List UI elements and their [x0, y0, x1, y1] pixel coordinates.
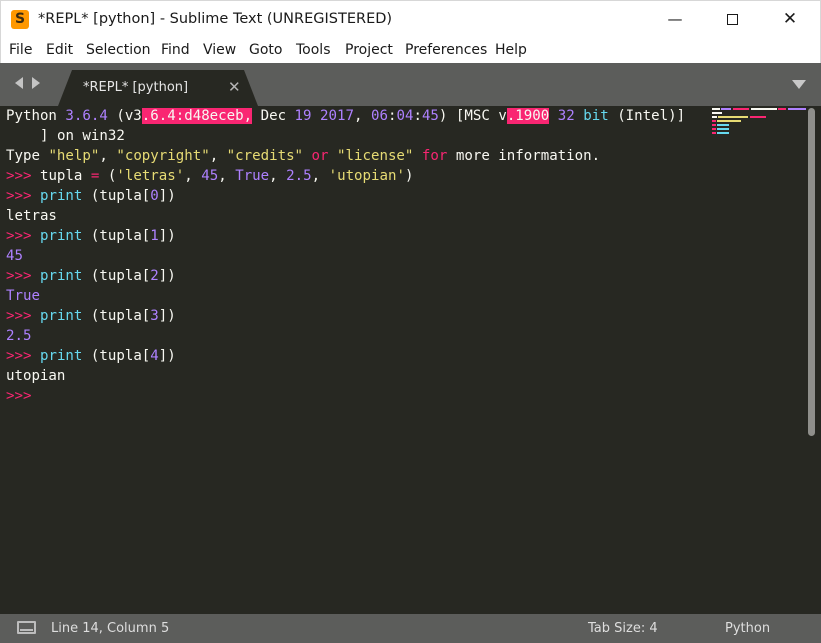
menu-bar: File Edit Selection Find View Goto Tools… [0, 38, 821, 63]
repl-line: >>> [6, 388, 32, 404]
minimap[interactable] [712, 106, 808, 138]
status-bar: Line 14, Column 5 Tab Size: 4 Python [0, 614, 821, 643]
repl-line: >>> print (tupla[3]) [6, 308, 176, 324]
vertical-scrollbar[interactable] [808, 108, 815, 436]
tab-label: *REPL* [python] [83, 80, 189, 95]
menu-preferences[interactable]: Preferences [405, 42, 487, 58]
tab-size-selector[interactable]: Tab Size: 4 [588, 621, 658, 636]
repl-line: Type "help", "copyright", "credits" or "… [6, 148, 601, 164]
repl-output: Python 3.6.4 (v3.6.4:d48eceb, Dec 19 201… [6, 106, 685, 406]
minimize-button[interactable]: — [646, 1, 704, 39]
repl-line: >>> print (tupla[4]) [6, 348, 176, 364]
repl-line: utopian [6, 368, 66, 384]
minimize-icon: — [667, 10, 683, 28]
tab-bar: *REPL* [python] ✕ [0, 63, 821, 106]
menu-edit[interactable]: Edit [46, 42, 73, 58]
close-window-button[interactable]: ✕ [761, 1, 819, 39]
syntax-selector[interactable]: Python [725, 621, 770, 636]
repl-line: ] on win32 [40, 128, 125, 144]
repl-line: letras [6, 208, 57, 224]
window-title: *REPL* [python] - Sublime Text (UNREGIST… [38, 11, 393, 27]
tab-close-icon[interactable]: ✕ [228, 78, 241, 96]
menu-file[interactable]: File [9, 42, 32, 58]
cursor-position: Line 14, Column 5 [51, 621, 170, 636]
editor-area[interactable]: Python 3.6.4 (v3.6.4:d48eceb, Dec 19 201… [0, 106, 821, 614]
repl-line: >>> tupla = ('letras', 45, True, 2.5, 'u… [6, 168, 414, 184]
next-tab-arrow-icon[interactable] [32, 77, 40, 89]
title-bar: S *REPL* [python] - Sublime Text (UNREGI… [0, 0, 821, 38]
previous-tab-arrow-icon[interactable] [15, 77, 23, 89]
menu-goto[interactable]: Goto [249, 42, 282, 58]
menu-selection[interactable]: Selection [86, 42, 151, 58]
repl-line: True [6, 288, 40, 304]
close-icon: ✕ [782, 9, 798, 29]
show-panel-icon[interactable] [17, 621, 36, 634]
repl-line: >>> print (tupla[0]) [6, 188, 176, 204]
menu-help[interactable]: Help [495, 42, 527, 58]
sublime-text-logo-icon: S [11, 10, 29, 29]
menu-view[interactable]: View [203, 42, 236, 58]
maximize-button[interactable] [703, 1, 761, 39]
repl-line: Python 3.6.4 (v3.6.4:d48eceb, Dec 19 201… [6, 108, 686, 124]
menu-find[interactable]: Find [161, 42, 190, 58]
maximize-icon [726, 14, 738, 25]
repl-line: >>> print (tupla[2]) [6, 268, 176, 284]
menu-tools[interactable]: Tools [296, 42, 331, 58]
menu-project[interactable]: Project [345, 42, 393, 58]
repl-line: 45 [6, 248, 23, 264]
tab-list-dropdown-icon[interactable] [792, 80, 806, 89]
repl-line: >>> print (tupla[1]) [6, 228, 176, 244]
tab-repl-python[interactable]: *REPL* [python] ✕ [58, 70, 258, 106]
repl-line: 2.5 [6, 328, 32, 344]
